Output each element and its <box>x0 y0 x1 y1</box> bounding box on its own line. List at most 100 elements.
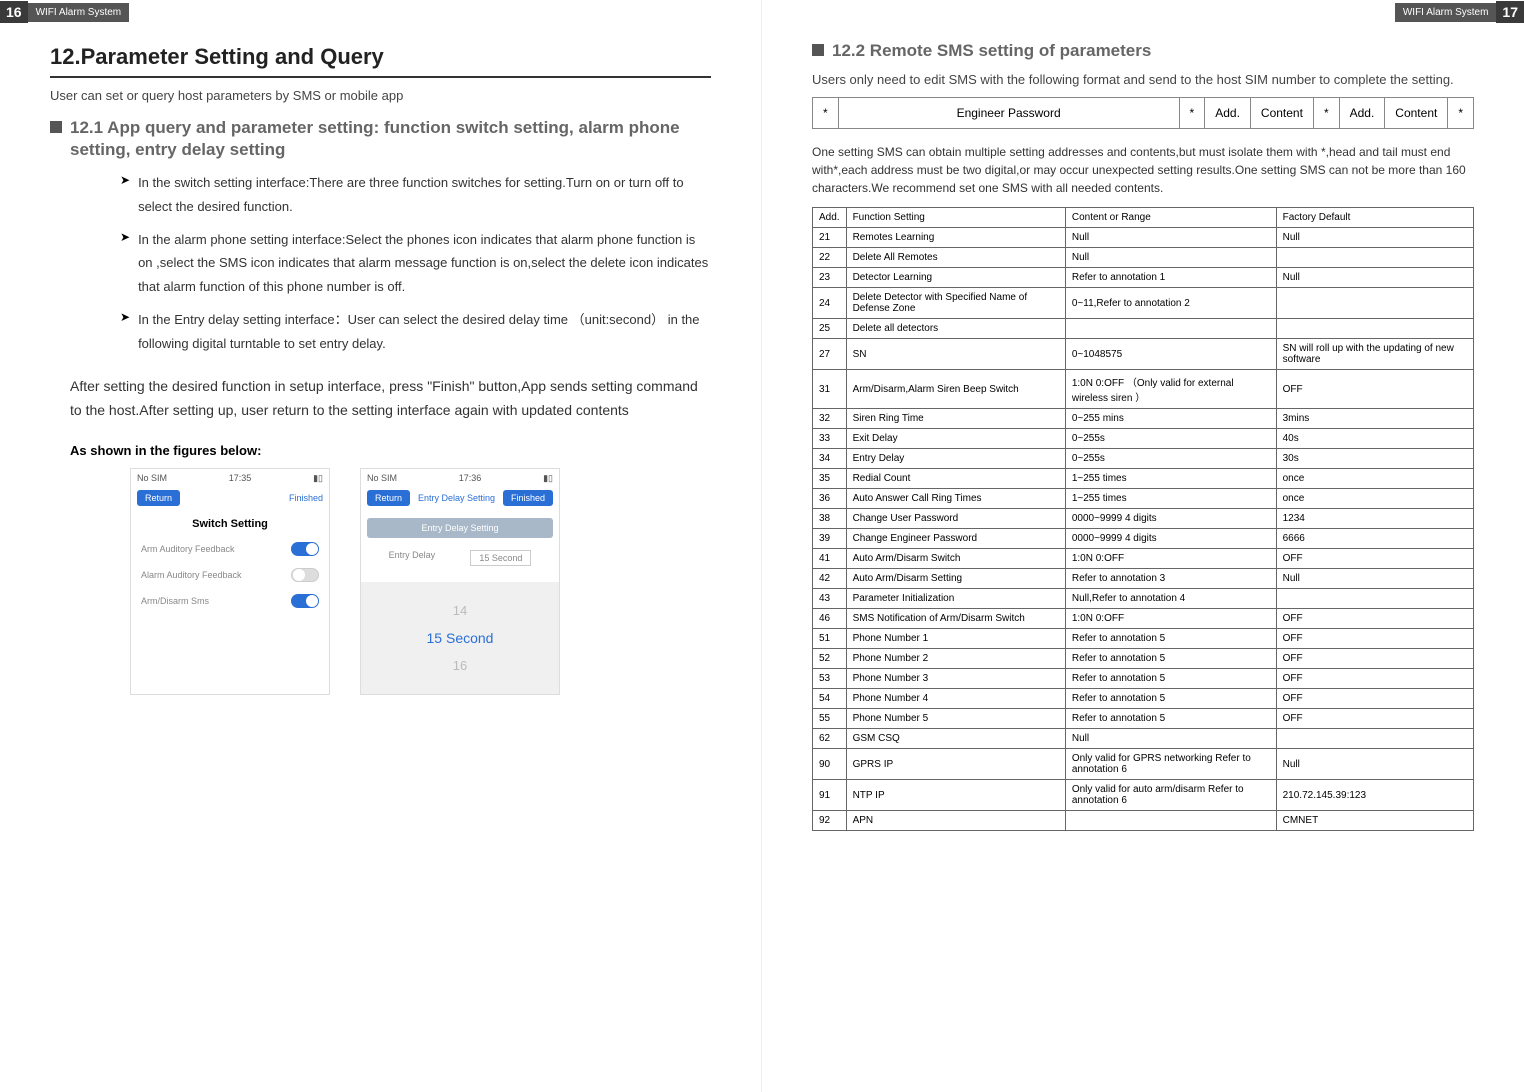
table-cell: 34 <box>813 449 847 469</box>
table-cell: 33 <box>813 429 847 449</box>
table-cell: 1~255 times <box>1065 469 1276 489</box>
table-cell: 38 <box>813 509 847 529</box>
table-cell: Refer to annotation 5 <box>1065 709 1276 729</box>
picker-option: 14 <box>361 597 559 624</box>
right-page: WIFI Alarm System 17 12.2 Remote SMS set… <box>762 0 1524 1092</box>
table-cell: 25 <box>813 319 847 339</box>
table-cell: Auto Answer Call Ring Times <box>846 489 1065 509</box>
switch-row: Arm/Disarm Sms <box>131 588 329 614</box>
table-cell: Refer to annotation 3 <box>1065 569 1276 589</box>
table-cell: SN <box>846 339 1065 370</box>
table-row: 25Delete all detectors <box>813 319 1474 339</box>
toggle-off-icon[interactable] <box>291 568 319 582</box>
bullet-item: ➤ In the switch setting interface:There … <box>120 171 711 218</box>
bullet-item: ➤ In the alarm phone setting interface:S… <box>120 228 711 298</box>
battery-icon: ▮▯ <box>313 473 323 484</box>
col-function: Function Setting <box>846 208 1065 228</box>
table-cell: 1:0N 0:OFF <box>1065 609 1276 629</box>
table-row: 46SMS Notification of Arm/Disarm Switch1… <box>813 609 1474 629</box>
sms-note: One setting SMS can obtain multiple sett… <box>812 143 1474 197</box>
return-button[interactable]: Return <box>137 490 180 506</box>
arrow-icon: ➤ <box>120 310 130 355</box>
table-cell <box>1276 729 1473 749</box>
table-cell: Arm/Disarm,Alarm Siren Beep Switch <box>846 370 1065 409</box>
table-cell: OFF <box>1276 609 1473 629</box>
subheading-12-2: 12.2 Remote SMS setting of parameters <box>812 40 1474 62</box>
table-cell: 40s <box>1276 429 1473 449</box>
table-cell: once <box>1276 469 1473 489</box>
table-cell: 32 <box>813 409 847 429</box>
table-cell: 53 <box>813 669 847 689</box>
time-label: 17:36 <box>459 473 482 484</box>
square-bullet-icon <box>812 44 824 56</box>
table-cell: 46 <box>813 609 847 629</box>
screen-title: Switch Setting <box>131 512 329 536</box>
table-cell: Detector Learning <box>846 268 1065 288</box>
table-cell: 51 <box>813 629 847 649</box>
subheading-12-1: 12.1 App query and parameter setting: fu… <box>50 117 711 161</box>
section-title: 12.Parameter Setting and Query <box>50 44 711 78</box>
toggle-on-icon[interactable] <box>291 542 319 556</box>
table-cell: Null <box>1065 729 1276 749</box>
table-cell: SN will roll up with the updating of new… <box>1276 339 1473 370</box>
table-cell: Only valid for auto arm/disarm Refer to … <box>1065 780 1276 811</box>
switch-row: Alarm Auditory Feedback <box>131 562 329 588</box>
table-cell: 54 <box>813 689 847 709</box>
table-cell: 30s <box>1276 449 1473 469</box>
table-row: 36Auto Answer Call Ring Times1~255 times… <box>813 489 1474 509</box>
toggle-on-icon[interactable] <box>291 594 319 608</box>
table-cell: Null <box>1276 228 1473 248</box>
table-cell: 1:0N 0:OFF <box>1065 549 1276 569</box>
table-row: 24Delete Detector with Specified Name of… <box>813 288 1474 319</box>
time-picker[interactable]: 14 15 Second 16 <box>361 582 559 694</box>
table-cell: Change User Password <box>846 509 1065 529</box>
carrier-label: No SIM <box>367 473 397 484</box>
table-row: 52Phone Number 2Refer to annotation 5OFF <box>813 649 1474 669</box>
table-cell: 27 <box>813 339 847 370</box>
switch-row: Arm Auditory Feedback <box>131 536 329 562</box>
sms-star: * <box>813 98 839 128</box>
col-default: Factory Default <box>1276 208 1473 228</box>
table-cell: 92 <box>813 811 847 831</box>
table-cell: 1:0N 0:OFF （Only valid for external wire… <box>1065 370 1276 409</box>
sms-add: Add. <box>1205 98 1251 128</box>
table-cell: Auto Arm/Disarm Setting <box>846 569 1065 589</box>
table-cell: Entry Delay <box>846 449 1065 469</box>
finish-button[interactable]: Finished <box>289 493 323 503</box>
table-cell: OFF <box>1276 669 1473 689</box>
sms-star: * <box>1180 98 1206 128</box>
table-cell <box>1276 589 1473 609</box>
table-row: 23Detector LearningRefer to annotation 1… <box>813 268 1474 288</box>
table-cell: 42 <box>813 569 847 589</box>
return-button[interactable]: Return <box>367 490 410 506</box>
phone-entry-delay: No SIM 17:36 ▮▯ Return Entry Delay Setti… <box>360 468 560 695</box>
table-cell: CMNET <box>1276 811 1473 831</box>
switch-label: Arm/Disarm Sms <box>141 596 209 606</box>
page-number-left: 16 <box>0 1 28 23</box>
table-row: 35Redial Count1~255 timesonce <box>813 469 1474 489</box>
table-cell: Phone Number 4 <box>846 689 1065 709</box>
table-cell: OFF <box>1276 689 1473 709</box>
table-row: 91NTP IPOnly valid for auto arm/disarm R… <box>813 780 1474 811</box>
right-header: WIFI Alarm System 17 <box>762 0 1524 24</box>
table-row: 90GPRS IPOnly valid for GPRS networking … <box>813 749 1474 780</box>
phone-status-bar: No SIM 17:35 ▮▯ <box>131 469 329 488</box>
table-row: 32Siren Ring Time0~255 mins3mins <box>813 409 1474 429</box>
table-cell: NTP IP <box>846 780 1065 811</box>
table-cell: 36 <box>813 489 847 509</box>
table-cell: 0~255s <box>1065 449 1276 469</box>
table-row: 38Change User Password0000~9999 4 digits… <box>813 509 1474 529</box>
table-cell: 90 <box>813 749 847 780</box>
sms-engineer-password: Engineer Password <box>839 98 1180 128</box>
time-label: 17:35 <box>229 473 252 484</box>
table-row: 43Parameter InitializationNull,Refer to … <box>813 589 1474 609</box>
bullet-item: ➤ In the Entry delay setting interface：U… <box>120 308 711 355</box>
figure-caption: As shown in the figures below: <box>70 443 711 458</box>
table-cell: 24 <box>813 288 847 319</box>
table-cell: Exit Delay <box>846 429 1065 449</box>
finish-button[interactable]: Finished <box>503 490 553 506</box>
table-cell: 0~1048575 <box>1065 339 1276 370</box>
col-add: Add. <box>813 208 847 228</box>
table-cell: GSM CSQ <box>846 729 1065 749</box>
table-cell: GPRS IP <box>846 749 1065 780</box>
